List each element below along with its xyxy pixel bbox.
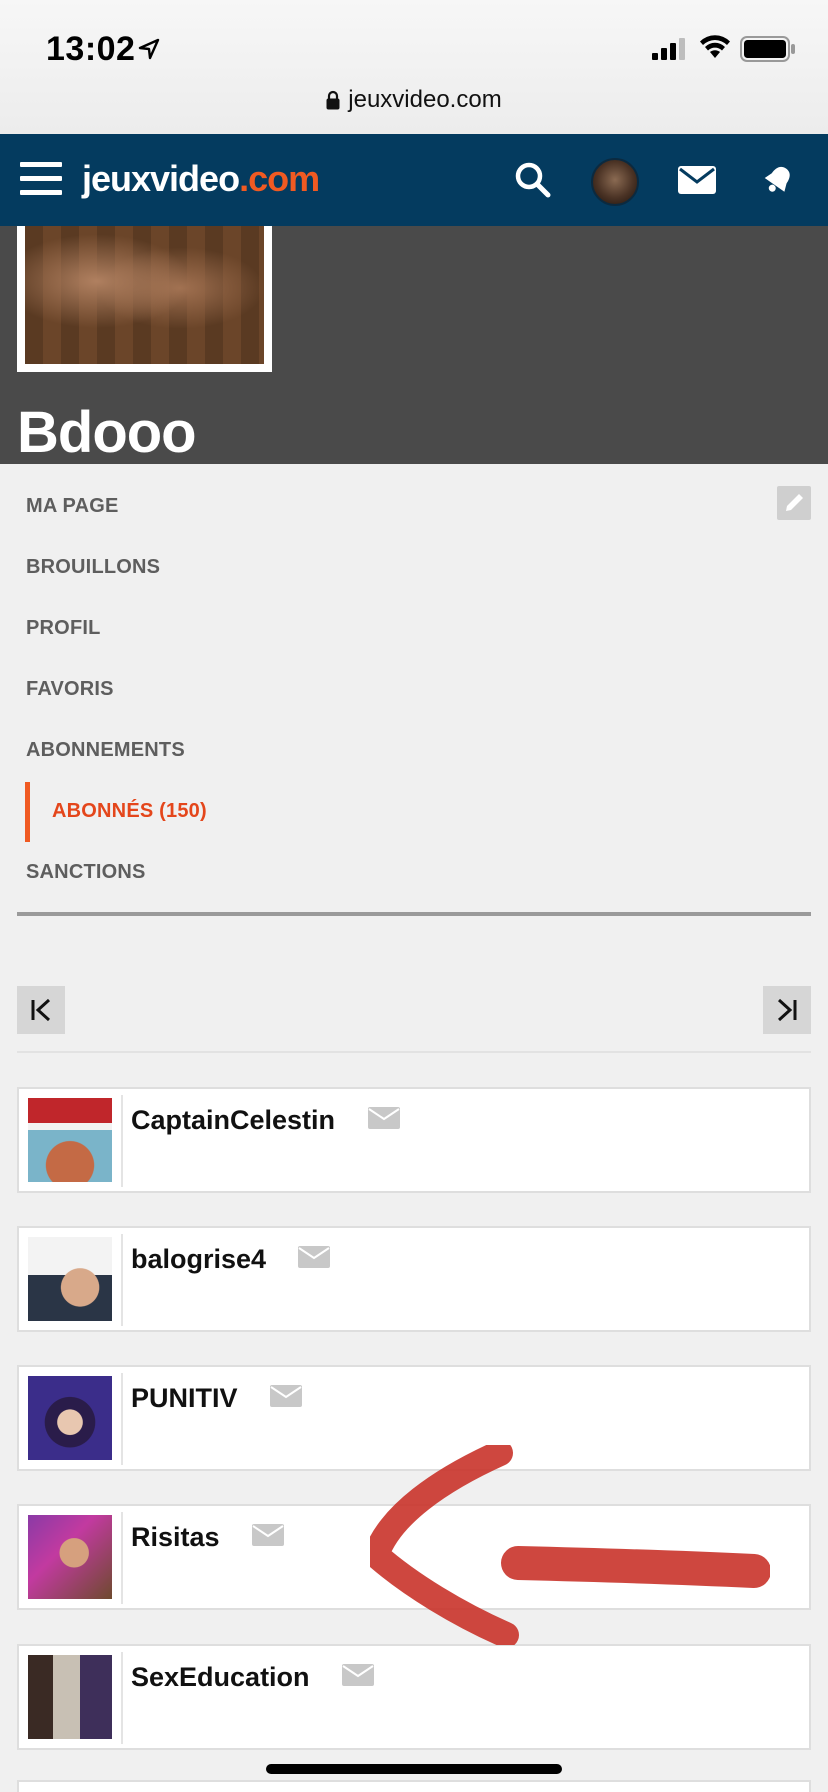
profile-avatar-image (25, 226, 264, 364)
site-header: jeuxvideo.com (0, 134, 828, 226)
follower-card[interactable]: balogrise4 (17, 1226, 811, 1332)
status-time: 13:02 (46, 30, 136, 68)
notification-bell-icon[interactable] (760, 162, 796, 198)
red-arrow-annotation (370, 1445, 770, 1645)
card-separator (121, 1095, 123, 1187)
mail-icon[interactable] (678, 166, 716, 194)
card-separator (121, 1512, 123, 1604)
last-page-button[interactable] (763, 986, 811, 1034)
logo-main-text: jeuxvideo (82, 158, 240, 199)
site-logo[interactable]: jeuxvideo.com (82, 158, 320, 200)
follower-card-partial (17, 1780, 811, 1792)
follower-name[interactable]: SexEducation (131, 1662, 310, 1693)
edit-pencil-icon[interactable] (777, 486, 811, 520)
menu-item-favoris[interactable]: FAVORIS (26, 678, 114, 701)
url-text: jeuxvideo.com (348, 86, 502, 113)
card-separator (121, 1234, 123, 1326)
menu-item-sanctions[interactable]: SANCTIONS (26, 861, 146, 884)
first-page-icon (31, 998, 51, 1022)
follower-name[interactable]: balogrise4 (131, 1244, 266, 1275)
wifi-icon (700, 35, 730, 58)
active-menu-indicator (25, 782, 30, 842)
follower-avatar[interactable] (28, 1376, 112, 1460)
address-bar[interactable]: jeuxvideo.com (0, 86, 828, 120)
status-bar: 13:02 jeuxvideo.com (0, 0, 828, 134)
battery-icon (740, 36, 795, 62)
logo-tld-text: .com (239, 158, 320, 199)
home-indicator (266, 1764, 562, 1774)
menu-item-ma-page[interactable]: MA PAGE (26, 495, 119, 518)
send-message-icon[interactable] (368, 1107, 400, 1129)
follower-card[interactable]: SexEducation (17, 1644, 811, 1750)
menu-item-abonnes[interactable]: ABONNÉS (150) (52, 800, 207, 823)
profile-username: Bdooo (17, 400, 197, 465)
pagination-divider (17, 1051, 811, 1053)
search-icon[interactable] (513, 160, 553, 200)
send-message-icon[interactable] (298, 1246, 330, 1268)
lock-icon (326, 90, 340, 110)
menu-divider (17, 912, 811, 916)
send-message-icon[interactable] (270, 1385, 302, 1407)
menu-item-brouillons[interactable]: BROUILLONS (26, 556, 160, 579)
user-avatar-icon[interactable] (591, 158, 639, 206)
last-page-icon (777, 998, 797, 1022)
card-separator (121, 1652, 123, 1744)
send-message-icon[interactable] (342, 1664, 374, 1686)
card-separator (121, 1373, 123, 1465)
menu-item-abonnements[interactable]: ABONNEMENTS (26, 739, 185, 762)
follower-name[interactable]: CaptainCelestin (131, 1105, 335, 1136)
follower-avatar[interactable] (28, 1237, 112, 1321)
hamburger-menu-icon[interactable] (20, 162, 62, 198)
send-message-icon[interactable] (252, 1524, 284, 1546)
page: 13:02 jeuxvideo.com jeuxvideo.com Bdooo … (0, 0, 828, 1792)
menu-item-profil[interactable]: PROFIL (26, 617, 101, 640)
profile-avatar (17, 226, 272, 372)
location-arrow-icon (138, 38, 160, 60)
follower-name[interactable]: Risitas (131, 1522, 220, 1553)
follower-card[interactable]: CaptainCelestin (17, 1087, 811, 1193)
cellular-signal-icon (652, 38, 685, 60)
follower-avatar[interactable] (28, 1655, 112, 1739)
follower-avatar[interactable] (28, 1098, 112, 1182)
follower-name[interactable]: PUNITIV (131, 1383, 238, 1414)
first-page-button[interactable] (17, 986, 65, 1034)
profile-banner: Bdooo (0, 226, 828, 465)
follower-avatar[interactable] (28, 1515, 112, 1599)
